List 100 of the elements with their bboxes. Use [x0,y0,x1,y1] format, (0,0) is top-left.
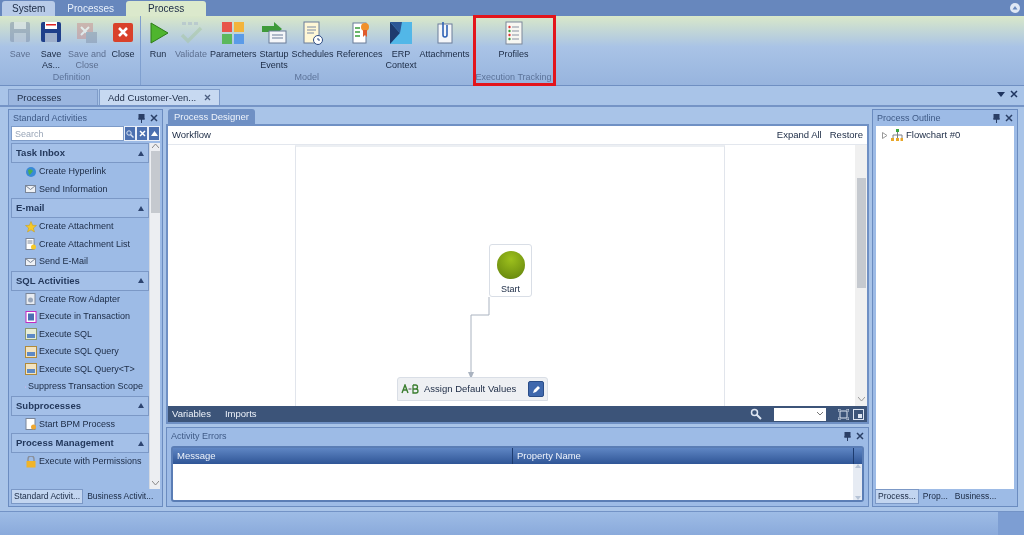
group-header[interactable]: Task Inbox [11,143,149,163]
collapse-icon[interactable] [1010,3,1020,13]
collapse-button[interactable] [148,126,160,141]
activity-item[interactable]: Execute SQL Query<T> [11,360,149,378]
toolbar-link[interactable]: Restore [829,129,863,141]
pin-icon[interactable] [993,113,1000,123]
breadcrumb: Workflow [172,129,211,141]
clear-button[interactable] [136,126,148,141]
panel-title: Standard Activities [13,112,88,124]
caret-up-icon [138,403,144,408]
panel-tab[interactable]: Business Activit... [84,489,157,504]
ribbon-button[interactable]: ERP Context [384,19,418,72]
document-tab[interactable]: Add Customer-Ven... [99,89,221,105]
app-tab[interactable]: Process [126,1,207,16]
activity-item[interactable]: Execute SQL Query [11,343,149,361]
fit-screen-icon[interactable] [838,408,849,420]
group-title: Definition [52,72,91,84]
activity-node[interactable]: Assign Default Values [397,377,548,401]
caret-up-icon [138,440,144,446]
scroll-up-icon [151,143,159,148]
footer-tab[interactable]: Imports [223,405,258,423]
close-icon[interactable] [856,432,864,440]
close-icon[interactable] [150,114,158,122]
overview-icon[interactable] [853,408,864,420]
scrollbar-thumb[interactable] [150,151,160,213]
search-icon [126,129,134,138]
ribbon-button[interactable]: Run [143,19,174,72]
tree-node-label[interactable]: Flowchart #0 [906,129,961,141]
panel-title: Process Outline [877,112,941,124]
dropdown-icon[interactable] [997,90,1005,98]
activity-item[interactable]: Suppress Transaction Scope [11,378,149,396]
lock-icon [25,455,37,468]
node-label: Start [501,284,520,295]
ribbon-button[interactable]: Startup Events [258,19,290,72]
pin-icon[interactable] [844,431,851,441]
group-header[interactable]: SQL Activities [11,270,149,291]
ribbon-button: Save and Close [67,19,108,72]
panel-tab[interactable]: Process... [875,489,919,504]
footer-tab[interactable]: Variables [171,405,212,423]
ribbon-button[interactable]: Profiles [497,19,530,72]
close-icon[interactable] [1010,90,1018,98]
activity-item[interactable]: Create Row Adapter [11,290,149,308]
scroll-down-icon [854,496,861,500]
hierarchy-icon [891,129,903,141]
ribbon-button: Save [5,19,35,72]
chevron-down-icon [817,412,823,416]
pencil-icon [531,384,541,394]
ribbon-button[interactable]: Attachments [418,19,471,72]
start-node[interactable]: Start [489,244,532,297]
activity-item[interactable]: Create Attachment [11,218,149,236]
pin-icon[interactable] [138,113,145,123]
toolbar-link[interactable]: Expand All [776,129,822,141]
close-icon [138,130,146,137]
group-header[interactable]: Subprocesses [11,395,149,416]
group-header[interactable]: E-mail [11,198,149,218]
search-field[interactable]: Search [11,126,124,141]
database-icon [25,328,37,341]
activity-item[interactable]: Send E-Mail [11,253,149,271]
edit-button[interactable] [528,381,544,397]
activity-item[interactable]: Send Information [11,180,149,198]
group-header[interactable]: Process Management [11,433,149,453]
ribbon-button[interactable]: Parameters [208,19,258,72]
ribbon-button[interactable]: Close [108,19,139,72]
close-icon[interactable] [1005,114,1013,122]
search-button[interactable] [124,126,136,141]
scroll-down-icon [151,481,159,486]
scrollbar[interactable] [855,145,867,406]
activity-item[interactable]: Create Hyperlink [11,163,149,181]
activity-item[interactable]: Execute with Permissions [11,453,149,471]
scrollbar[interactable] [853,464,862,500]
column-header[interactable]: Message [173,448,513,464]
caret-up-icon [138,278,144,283]
expander-icon[interactable] [882,131,888,139]
node-label: Assign Default Values [424,383,517,395]
zoom-dropdown[interactable] [774,407,826,421]
document-tab[interactable]: Processes [8,89,98,105]
arrow-document-icon [259,19,288,47]
caret-up-icon [150,131,158,136]
ribbon-button: Validate [174,19,208,72]
globe-icon [25,165,37,178]
resize-grip[interactable] [998,512,1024,535]
scrollbar[interactable] [149,143,160,489]
panel-tab[interactable]: Prop... [919,489,951,504]
app-tab[interactable]: System [2,1,56,16]
scroll-down-icon [857,397,865,402]
ribbon-button[interactable]: Save As... [36,19,66,72]
scrollbar-thumb[interactable] [856,178,866,288]
activity-item[interactable]: Create Attachment List [11,235,149,253]
activity-item[interactable]: Execute in Transaction [11,308,149,326]
envelope-icon [25,183,37,196]
close-icon[interactable] [204,94,212,101]
activity-item[interactable]: Start BPM Process [11,415,149,433]
panel-tab[interactable]: Standard Activit... [11,489,84,504]
activity-item[interactable]: Execute SQL [11,325,149,343]
database-icon [25,345,37,358]
ribbon-button[interactable]: References [335,19,384,72]
ribbon-button[interactable]: Schedules [290,19,335,72]
group-title: Model [294,72,320,84]
panel-tab[interactable]: Business... [951,489,1000,504]
search-icon [750,408,762,420]
